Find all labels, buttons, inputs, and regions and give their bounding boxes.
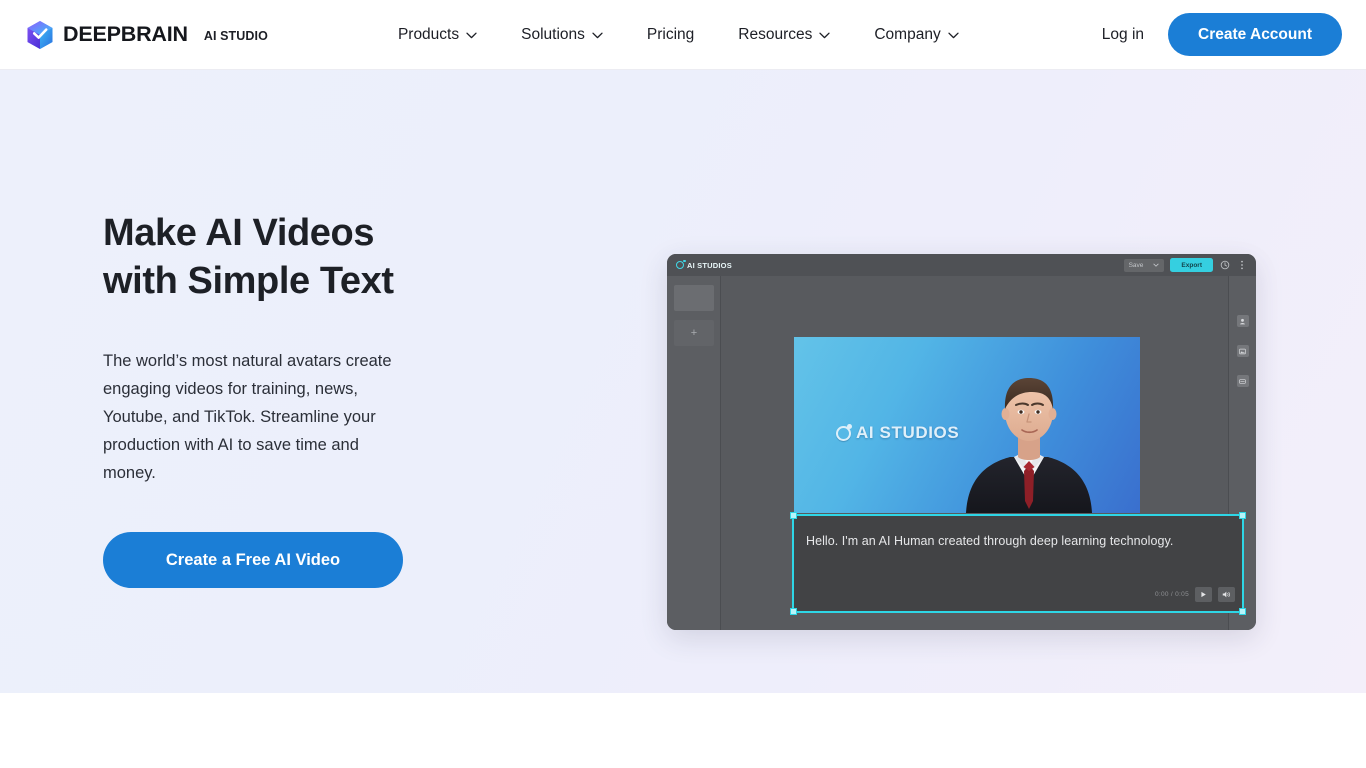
nav-label: Company	[874, 26, 940, 44]
scene-thumbnail[interactable]	[674, 285, 714, 311]
top-navigation-bar: DEEPBRAIN AI STUDIO Products Solutions P…	[0, 0, 1366, 70]
play-icon[interactable]	[1195, 587, 1212, 602]
volume-icon[interactable]	[1218, 587, 1235, 602]
chevron-down-icon	[948, 32, 959, 39]
nav-label: Products	[398, 26, 459, 44]
mockup-body: + AI STUDIOS	[667, 276, 1256, 630]
video-canvas[interactable]: AI STUDIOS	[794, 337, 1140, 513]
brand-subtitle: AI STUDIO	[204, 29, 268, 43]
image-tool-icon[interactable]	[1237, 345, 1249, 357]
avatar-tool-icon[interactable]	[1237, 315, 1249, 327]
brand-logo[interactable]: DEEPBRAIN AI STUDIO	[26, 20, 268, 50]
nav-label: Solutions	[521, 26, 585, 44]
ai-studios-ring-icon	[836, 426, 851, 441]
mockup-save-dropdown[interactable]: Save	[1124, 259, 1165, 272]
mockup-scene-sidebar: +	[667, 276, 721, 630]
hero-copy: Make AI Videos with Simple Text The worl…	[103, 209, 523, 588]
hero-title: Make AI Videos with Simple Text	[103, 209, 523, 305]
chevron-down-icon	[819, 32, 830, 39]
deepbrain-cube-logo-icon	[26, 20, 54, 50]
mockup-save-label: Save	[1129, 262, 1144, 269]
mockup-logo: AI STUDIOS	[676, 261, 732, 270]
nav-item-products[interactable]: Products	[376, 26, 499, 44]
mockup-stage: AI STUDIOS	[721, 276, 1228, 630]
nav-item-company[interactable]: Company	[852, 26, 980, 44]
add-scene-button[interactable]: +	[674, 320, 714, 346]
mockup-topbar-actions: Save Export	[1124, 258, 1247, 272]
app-mockup: AI STUDIOS Save Export +	[667, 254, 1256, 630]
clock-history-icon[interactable]	[1219, 260, 1230, 271]
nav-label: Resources	[738, 26, 812, 44]
avatar-presenter-image	[954, 361, 1104, 513]
mockup-logo-label: AI STUDIOS	[687, 261, 732, 270]
mockup-export-button[interactable]: Export	[1170, 258, 1213, 272]
chevron-down-icon	[592, 32, 603, 39]
ai-studios-ring-icon	[676, 261, 684, 269]
nav-item-pricing[interactable]: Pricing	[625, 26, 716, 44]
resize-handle-bottom-right[interactable]	[1239, 608, 1246, 615]
resize-handle-top-right[interactable]	[1239, 512, 1246, 519]
nav-item-resources[interactable]: Resources	[716, 26, 852, 44]
subtitle-text: Hello. I'm an AI Human created through d…	[806, 534, 1173, 548]
resize-handle-bottom-left[interactable]	[790, 608, 797, 615]
canvas-watermark-label: AI STUDIOS	[856, 423, 959, 443]
kebab-menu-icon[interactable]	[1236, 260, 1247, 271]
timecode-label: 0:00 / 0:05	[1155, 591, 1189, 598]
hero-section: Make AI Videos with Simple Text The worl…	[0, 70, 1366, 693]
playback-controls: 0:00 / 0:05	[1155, 587, 1235, 602]
chevron-down-icon	[1153, 263, 1159, 267]
subtitle-tool-icon[interactable]	[1237, 375, 1249, 387]
resize-handle-top-left[interactable]	[790, 512, 797, 519]
hero-description: The world’s most natural avatars create …	[103, 347, 405, 487]
login-link[interactable]: Log in	[1078, 26, 1168, 44]
canvas-watermark: AI STUDIOS	[836, 423, 959, 443]
chevron-down-icon	[466, 32, 477, 39]
subtitle-textbox[interactable]: Hello. I'm an AI Human created through d…	[792, 514, 1244, 613]
nav-label: Pricing	[647, 26, 694, 44]
mockup-topbar: AI STUDIOS Save Export	[667, 254, 1256, 276]
nav-item-solutions[interactable]: Solutions	[499, 26, 625, 44]
nav-actions: Log in Create Account	[1078, 13, 1342, 56]
brand-name: DEEPBRAIN	[63, 22, 188, 47]
create-account-button[interactable]: Create Account	[1168, 13, 1342, 56]
primary-nav: Products Solutions Pricing Resources Com…	[376, 26, 981, 44]
create-free-ai-video-button[interactable]: Create a Free AI Video	[103, 532, 403, 588]
